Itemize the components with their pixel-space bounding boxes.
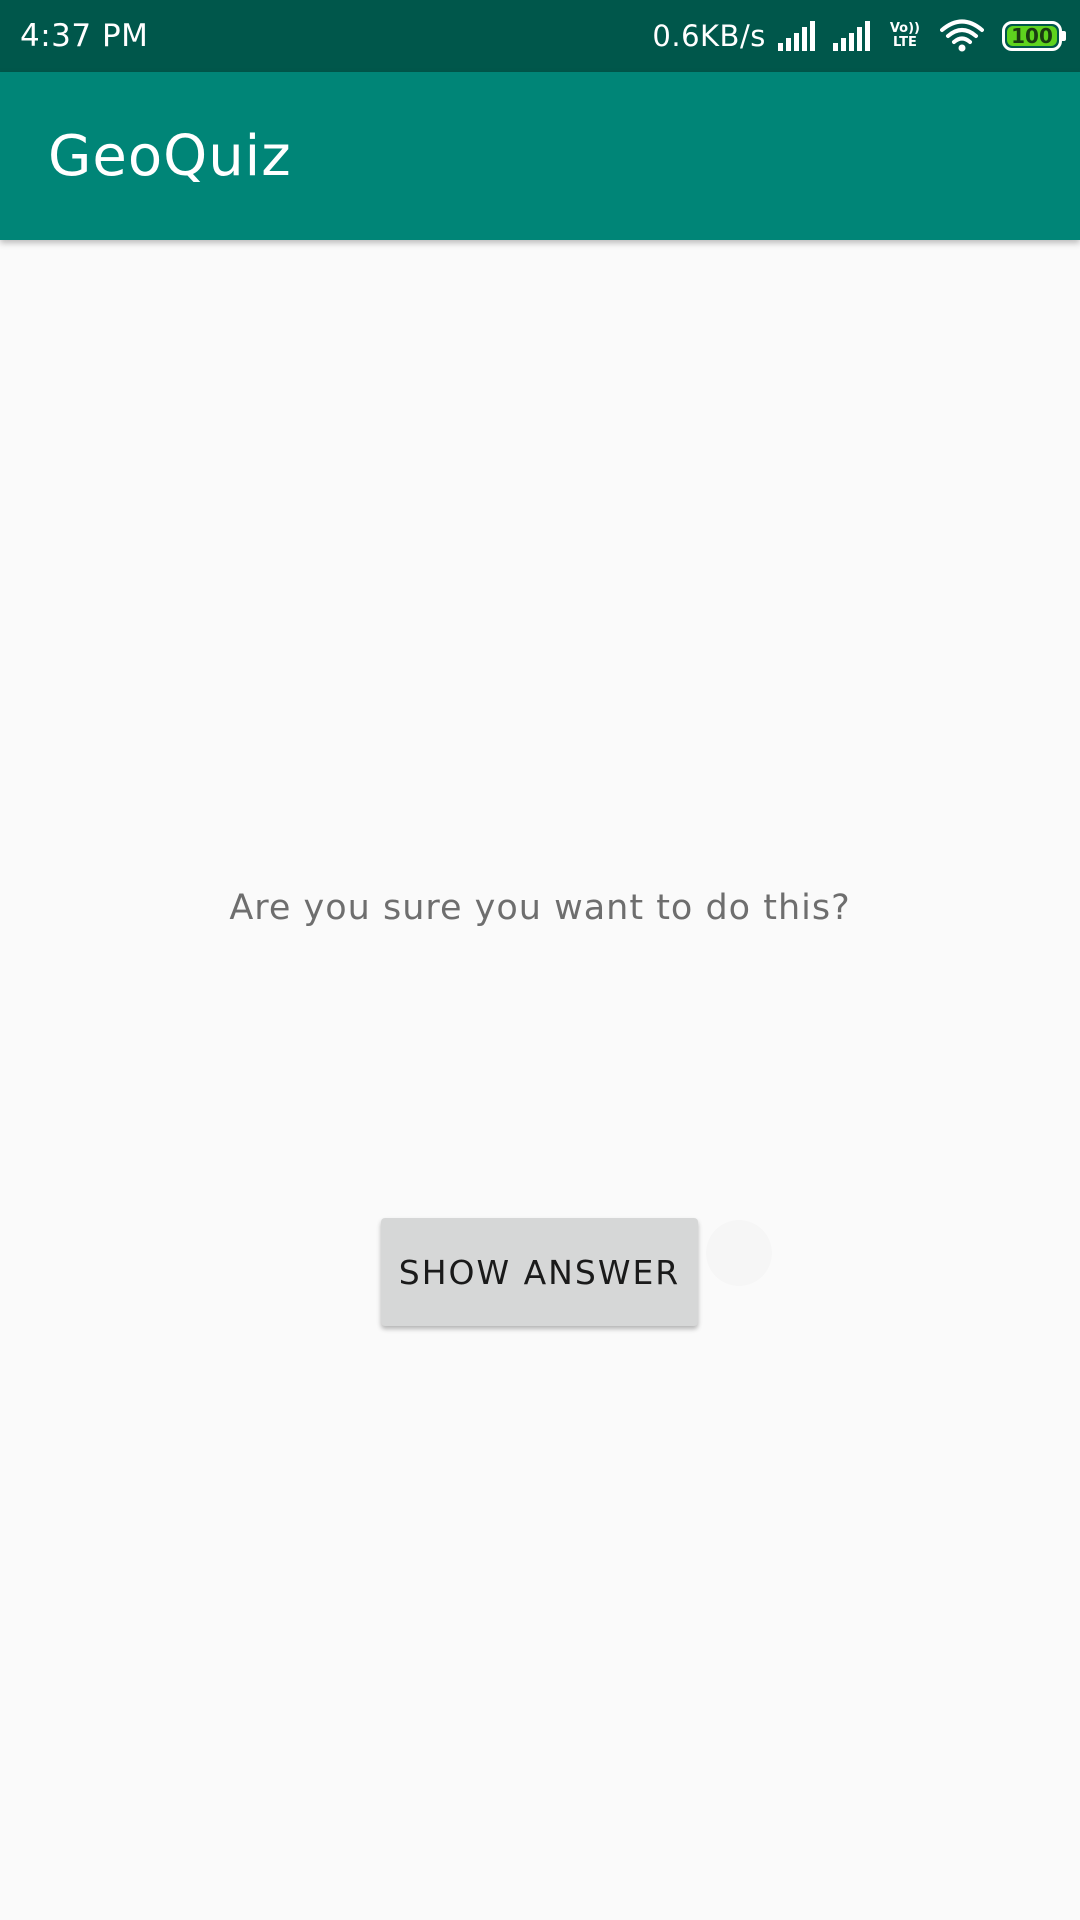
battery-icon: 100 xyxy=(1002,21,1066,51)
app-bar: GeoQuiz xyxy=(0,72,1080,240)
network-speed: 0.6KB/s xyxy=(652,19,766,53)
show-answer-button[interactable]: SHOW ANSWER xyxy=(381,1218,698,1326)
status-time: 4:37 PM xyxy=(20,18,149,54)
warning-text: Are you sure you want to do this? xyxy=(229,888,851,928)
signal-icon xyxy=(777,21,815,51)
volte-icon: Vo)) LTE xyxy=(889,21,920,50)
battery-level: 100 xyxy=(1007,24,1057,48)
status-bar: 4:37 PM 0.6KB/s Vo)) LTE 100 xyxy=(0,0,1080,72)
touch-ripple xyxy=(706,1220,772,1286)
wifi-icon xyxy=(940,19,984,52)
signal-icon xyxy=(832,21,870,51)
app-title: GeoQuiz xyxy=(48,123,292,189)
status-icons: 0.6KB/s Vo)) LTE 100 xyxy=(652,19,1066,53)
